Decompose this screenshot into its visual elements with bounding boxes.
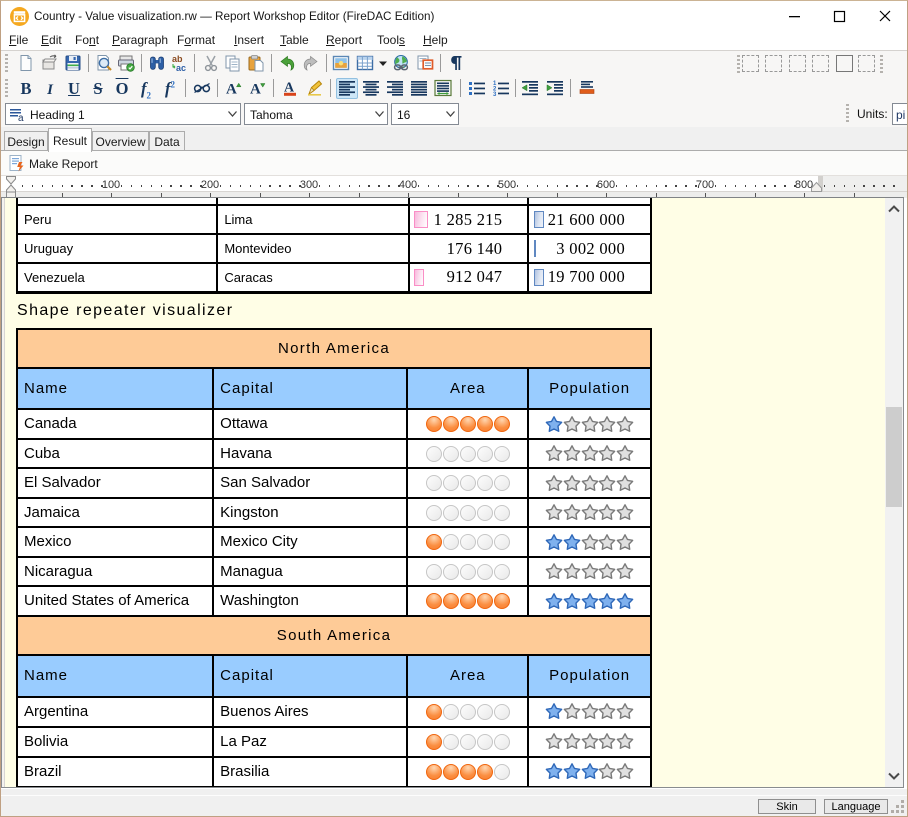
svg-text:a: a [18, 113, 24, 122]
svg-text:A: A [226, 82, 237, 98]
svg-text:3: 3 [493, 92, 497, 97]
svg-text:ac: ac [176, 63, 186, 72]
svg-text:A: A [250, 82, 261, 98]
